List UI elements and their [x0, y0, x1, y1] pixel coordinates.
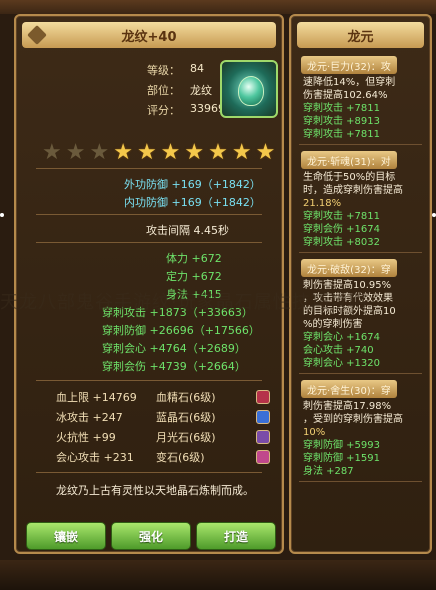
star-icon: ★ [136, 140, 157, 165]
dragon-element-line: 会心攻击 +740 [303, 345, 374, 356]
level-value: 84 [190, 62, 204, 75]
dragon-element-line: ，受到的穿刺伤害提高 [303, 414, 403, 425]
star-icon: ★ [65, 140, 86, 165]
dragon-element-line: 10% [303, 427, 326, 438]
dragon-element-line: 穿刺攻击 +8032 [303, 237, 381, 248]
stat-pierce-crit-damage: 穿刺会伤 +4739（+2664） [102, 360, 246, 373]
dragon-element-line: 时，造成穿刺伤害提高 [303, 185, 403, 196]
attack-interval: 攻击间隔 4.45秒 [146, 224, 229, 237]
inlay-button[interactable]: 镶嵌 [26, 522, 106, 550]
divider [36, 472, 262, 473]
stat-pierce-defense: 穿刺防御 +26696（+17566） [102, 324, 260, 337]
dragon-element-line: 穿刺会伤 +1674 [303, 224, 381, 235]
stat-inner-defense: 内功防御 +169（+1842） [124, 196, 261, 209]
item-title-bar: 龙纹+40 [22, 22, 276, 48]
slot-row: 部位： 龙纹 [124, 82, 212, 100]
bottom-background-strip [0, 560, 436, 590]
red-gem-icon [256, 390, 270, 404]
star-icon: ★ [208, 140, 228, 165]
star-rating: ★ ★ ★ ★ ★ ★ ★ ★ ★ ★ [42, 142, 275, 164]
gem-stat: 冰攻击 +247 [56, 411, 123, 424]
slot-label: 部位： [147, 84, 180, 97]
stat-pierce-crit: 穿刺会心 +4764（+2689） [102, 342, 246, 355]
dragon-element-line: 穿刺防御 +1591 [303, 453, 381, 464]
overlay-caption: 天龙八部鬼谷手游纹·玩家晶石属性技巧攻略 [0, 292, 368, 313]
star-icon: ★ [231, 140, 252, 165]
gem-core [238, 76, 264, 106]
stat-outer-defense: 外功防御 +169（+1842） [124, 178, 261, 191]
level-label: 等级： [147, 64, 180, 77]
dragon-element-header: 龙元·巨力(32)：攻 [301, 56, 397, 74]
score-row: 评分： 339696 [124, 102, 232, 120]
star-icon: ★ [42, 140, 62, 165]
gem-name: 变石(6级) [156, 451, 205, 464]
title-diamond-icon [27, 25, 47, 45]
dragon-element-line: 穿刺攻击 +7811 [303, 211, 381, 222]
dragon-element-header: 龙元·斩魂(31)：对 [301, 151, 397, 169]
dragon-element-line: 刺伤害提高17.98% [303, 401, 392, 412]
dragon-element-line: 穿刺攻击 +8913 [303, 116, 381, 127]
gem-name: 蓝晶石(6级) [156, 411, 216, 424]
blue-gem-icon [256, 410, 270, 424]
dragon-element-line: %的穿刺伤害 [303, 319, 363, 330]
star-icon: ★ [255, 140, 276, 165]
forge-button[interactable]: 打造 [196, 522, 276, 550]
gem-name: 血精石(6级) [156, 391, 216, 404]
dragon-element-line: 生命低于50%的目标 [303, 172, 396, 183]
slot-value: 龙纹 [190, 84, 212, 97]
top-background-strip [0, 0, 436, 14]
dragon-element-line: 穿刺会心 +1320 [303, 358, 381, 369]
star-icon: ★ [184, 140, 205, 165]
stat-focus: 定力 +672 [166, 270, 222, 283]
divider [36, 214, 262, 215]
edge-marker [432, 213, 436, 217]
dragon-element-line: 伤害提高102.64% [303, 90, 388, 101]
gem-stat: 会心攻击 +231 [56, 451, 134, 464]
dragon-element-line: 速降低14%，但穿刺 [303, 77, 396, 88]
edge-marker [0, 213, 4, 217]
moon-gem-icon [256, 430, 270, 444]
divider [299, 481, 422, 482]
divider [299, 144, 422, 145]
item-tooltip-panel: 龙纹+40 等级： 84 部位： 龙纹 评分： 339696 ★ ★ ★ ★ ★ ★ ★ ★ ★… [14, 14, 284, 554]
gem-stat: 火抗性 +99 [56, 431, 116, 444]
star-icon: ★ [160, 140, 181, 165]
score-label: 评分： [147, 104, 180, 117]
stat-stamina: 体力 +672 [166, 252, 222, 265]
star-icon: ★ [113, 140, 133, 165]
divider [36, 380, 262, 381]
dragon-element-header: 龙元·破敌(32)：穿 [301, 259, 397, 277]
dragon-element-line: 穿刺攻击 +7811 [303, 103, 381, 114]
level-row: 等级： 84 [124, 62, 204, 80]
strengthen-button[interactable]: 强化 [111, 522, 191, 550]
purple-gem-icon [256, 450, 270, 464]
dragon-element-line: 穿刺会心 +1674 [303, 332, 381, 343]
dragon-element-line: 穿刺攻击 +7811 [303, 129, 381, 140]
dragon-element-title: 龙元 [297, 22, 424, 48]
dragon-element-line: 穿刺防御 +5993 [303, 440, 381, 451]
dragon-element-line: 21.18% [303, 198, 342, 209]
dragon-pattern-gem-icon[interactable] [220, 60, 278, 118]
gem-stat: 血上限 +14769 [56, 391, 137, 404]
divider [36, 168, 262, 169]
dragon-element-panel: 龙元 龙元·巨力(32)：攻速降低14%，但穿刺 伤害提高102.64% 穿刺攻击 … [289, 14, 432, 554]
divider [299, 252, 422, 253]
divider [36, 242, 262, 243]
gem-slot-1[interactable]: 血上限 +14769 血精石(6级) [56, 388, 284, 406]
gem-slot-4[interactable]: 会心攻击 +231 变石(6级) [56, 448, 284, 466]
divider [299, 373, 422, 374]
gem-slot-2[interactable]: 冰攻击 +247 蓝晶石(6级) [56, 408, 284, 426]
star-icon: ★ [89, 140, 110, 165]
gem-slot-3[interactable]: 火抗性 +99 月光石(6级) [56, 428, 284, 446]
gem-name: 月光石(6级) [156, 431, 216, 444]
dragon-element-line: 身法 +287 [303, 466, 354, 477]
item-description: 龙纹乃上古有灵性以天地晶石炼制而成。 [56, 484, 254, 497]
item-title: 龙纹+40 [121, 29, 177, 45]
dragon-element-header: 龙元·舍生(30)：穿 [301, 380, 397, 398]
